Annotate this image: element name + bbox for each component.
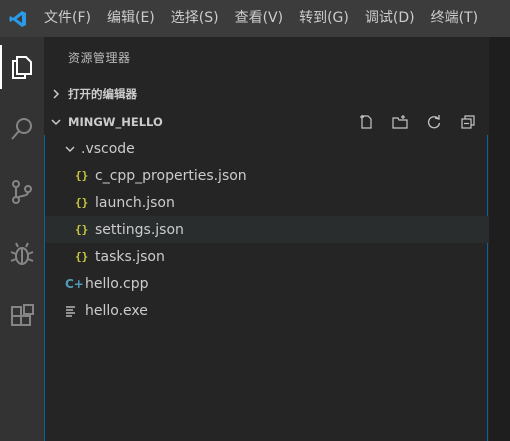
- vscode-window: 文件(F) 编辑(E) 选择(S) 查看(V) 转到(G) 调试(D) 终端(T…: [0, 0, 510, 441]
- tree-item-label: tasks.json: [95, 248, 165, 265]
- chevron-down-icon: [65, 144, 81, 154]
- vscode-logo-icon: [0, 0, 36, 37]
- tree-item-label: launch.json: [95, 194, 175, 211]
- tree-file-hello-cpp[interactable]: C+ hello.cpp: [45, 270, 508, 297]
- chevron-right-icon: [44, 89, 68, 99]
- workspace-label: MINGW_HELLO: [68, 115, 163, 129]
- json-file-icon: {}: [75, 196, 89, 209]
- json-file-icon: {}: [75, 223, 89, 236]
- tree-item-label: c_cpp_properties.json: [95, 167, 247, 184]
- json-file-icon: {}: [75, 250, 89, 263]
- sidebar-title: 资源管理器: [68, 51, 131, 65]
- refresh-icon[interactable]: [422, 111, 445, 133]
- editor-area[interactable]: [489, 37, 510, 441]
- tree-file-tasks[interactable]: {} tasks.json: [45, 243, 510, 270]
- extensions-icon[interactable]: [0, 295, 44, 339]
- search-icon[interactable]: [0, 107, 44, 151]
- menu-terminal[interactable]: 终端(T): [423, 0, 486, 37]
- open-editors-header[interactable]: 打开的编辑器: [44, 83, 489, 105]
- menu-go[interactable]: 转到(G): [291, 0, 357, 37]
- activity-bar: [0, 37, 44, 441]
- tree-file-c-cpp-properties[interactable]: {} c_cpp_properties.json: [45, 162, 510, 189]
- source-control-icon[interactable]: [0, 170, 44, 214]
- tree-file-settings[interactable]: {} settings.json: [45, 216, 510, 243]
- explorer-sidebar: 资源管理器 打开的编辑器 MINGW_HELLO .vscode {} c_cp…: [44, 37, 510, 441]
- menu-selection[interactable]: 选择(S): [163, 0, 227, 37]
- tree-file-launch[interactable]: {} launch.json: [45, 189, 510, 216]
- tree-item-label: hello.exe: [85, 302, 148, 319]
- tree-file-hello-exe[interactable]: hello.exe: [45, 297, 508, 324]
- new-folder-icon[interactable]: [388, 111, 411, 133]
- chevron-down-icon: [44, 117, 68, 127]
- tree-folder-vscode[interactable]: .vscode: [45, 135, 508, 162]
- workspace-header[interactable]: MINGW_HELLO: [44, 111, 489, 133]
- new-file-icon[interactable]: [354, 111, 377, 133]
- debug-icon[interactable]: [0, 232, 44, 276]
- menu-view[interactable]: 查看(V): [227, 0, 292, 37]
- menu-file[interactable]: 文件(F): [36, 0, 99, 37]
- explorer-actions: [354, 111, 479, 133]
- explorer-icon[interactable]: [0, 45, 44, 89]
- tree-item-label: .vscode: [81, 140, 135, 157]
- file-tree: .vscode {} c_cpp_properties.json {} laun…: [44, 135, 510, 441]
- collapse-all-icon[interactable]: [456, 111, 479, 133]
- text-file-icon: [65, 305, 85, 317]
- menu-debug[interactable]: 调试(D): [357, 0, 423, 37]
- menu-bar: 文件(F) 编辑(E) 选择(S) 查看(V) 转到(G) 调试(D) 终端(T…: [0, 0, 510, 37]
- json-file-icon: {}: [75, 169, 89, 182]
- menu-edit[interactable]: 编辑(E): [99, 0, 163, 37]
- tree-item-label: settings.json: [95, 221, 184, 238]
- cpp-file-icon: C+: [65, 276, 84, 291]
- open-editors-label: 打开的编辑器: [68, 87, 137, 101]
- tree-item-label: hello.cpp: [85, 275, 149, 292]
